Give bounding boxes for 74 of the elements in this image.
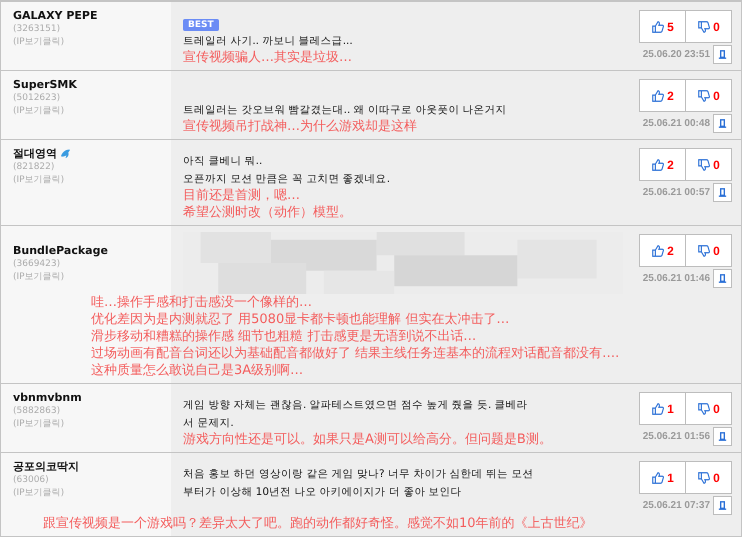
comment-text: 오픈까지 모션 만큼은 꼭 고치면 좋겠네요. [183, 172, 390, 187]
user-id: (5882863) [13, 405, 62, 418]
best-badge: BEST [183, 19, 219, 31]
user-id: (3263151) [13, 23, 62, 36]
username[interactable]: 절대영역 [13, 146, 57, 161]
ip-link[interactable]: (IP보기클릭) [13, 174, 159, 187]
like-button[interactable]: 1 [639, 461, 686, 494]
report-button[interactable] [713, 269, 732, 288]
comment-date: 25.06.21 07:37 [642, 500, 710, 511]
dislike-button[interactable]: 0 [685, 461, 732, 494]
ip-link[interactable]: (IP보기클릭) [13, 418, 159, 431]
user-id: (5012623) [13, 92, 62, 105]
like-button[interactable]: 5 [639, 10, 686, 43]
thumbs-down-icon [697, 158, 712, 172]
like-button[interactable]: 2 [639, 148, 686, 181]
translation-text: 游戏方向性还是可以。如果只是A测可以给高分。但问题是B测。 [183, 431, 553, 448]
user-id: (3669423) [13, 258, 62, 270]
comment-date: 25.06.21 00:48 [642, 118, 710, 129]
ip-link[interactable]: (IP보기클릭) [13, 270, 159, 284]
thumbs-down-icon [697, 244, 712, 258]
report-button[interactable] [713, 45, 732, 64]
dislike-button[interactable]: 0 [685, 10, 732, 43]
comment-date: 25.06.21 01:46 [642, 273, 710, 284]
thumbs-down-icon [697, 20, 712, 34]
username[interactable]: 공포의코딱지 [13, 459, 79, 474]
thumbs-up-icon [651, 88, 666, 102]
report-button[interactable] [713, 114, 732, 133]
like-button[interactable]: 2 [639, 79, 686, 112]
ip-link[interactable]: (IP보기클릭) [13, 487, 159, 500]
ip-link[interactable]: (IP보기클릭) [13, 105, 159, 118]
ip-link[interactable]: (IP보기클릭) [13, 36, 159, 49]
username[interactable]: vbnmvbnm [13, 390, 82, 405]
comment-text: 아직 클베니 뭐.. [183, 154, 262, 169]
translation-text: 宣传视频骗人…其实是垃圾… [183, 49, 353, 66]
like-button[interactable]: 1 [639, 392, 686, 425]
comment-text: 부터가 이상해 10년전 나오 아키에이지가 더 좋아 보인다 [183, 485, 462, 500]
comment-text: 처음 홍보 하던 영상이랑 같은 게임 맞나? 너무 차이가 심한데 뛰는 모션 [183, 467, 534, 482]
translation-text: 过场动画有配音台词还以为基础配音都做好了 结果主线任务连基本的流程对话配音都没有…. [91, 345, 620, 362]
comment-text: 서 문제지. [183, 416, 234, 431]
translation-text: 跟宣传视频是一个游戏吗？差异太大了吧。跑的动作都好奇怪。感觉不如10年前的《上古世纪》 [43, 515, 594, 532]
translation-text: 这种质量怎么敢说自己是3A级别啊… [91, 362, 304, 379]
username[interactable]: BundlePackage [13, 242, 108, 258]
comment-text: 게임 방향 자체는 괜찮음. 알파테스트였으면 점수 높게 줬을 듯. 클베라 [183, 398, 528, 413]
translation-text: 优化差因为是内测就忍了 用5080显卡都卡顿也能理解 但实在太冲击了… [91, 311, 510, 328]
dislike-button[interactable]: 0 [685, 392, 732, 425]
thumbs-up-icon [651, 402, 666, 416]
thumbs-down-icon [697, 470, 712, 484]
dislike-button[interactable]: 0 [685, 79, 732, 112]
comment-text: 트레일러는 갓오브워 빰갈겼는대.. 왜 이따구로 아웃풋이 나온거지 [183, 103, 507, 118]
thumbs-up-icon [651, 20, 666, 34]
thumbs-up-icon [651, 158, 666, 172]
report-button[interactable] [713, 496, 732, 515]
username[interactable]: SuperSMK [13, 77, 77, 92]
user-id: (821822) [13, 161, 56, 174]
translation-text: 宣传视频吊打战神…为什么游戏却是这样 [183, 118, 418, 135]
thumbs-down-icon [697, 402, 712, 416]
comment-date: 25.06.20 23:51 [642, 49, 710, 60]
translation-text: 希望公测时改（动作）模型。 [183, 204, 353, 221]
thumbs-up-icon [651, 470, 666, 484]
report-button[interactable] [713, 183, 732, 202]
user-id: (63006) [13, 474, 50, 487]
thumbs-up-icon [651, 244, 666, 258]
translation-text: 滑步移动和糟糕的操作感 细节也粗糙 打击感更是无语到说不出话… [91, 328, 478, 345]
translation-text: 目前还是首测，嗯… [183, 187, 301, 204]
translation-text: 哇…操作手感和打击感没一个像样的… [91, 294, 313, 311]
username[interactable]: GALAXY PEPE [13, 8, 98, 23]
comment-text: 트레일러 사기.. 까보니 블레스급... [183, 34, 353, 49]
like-button[interactable]: 2 [639, 234, 686, 267]
comment-date: 25.06.21 01:56 [642, 431, 710, 442]
dislike-button[interactable]: 0 [685, 234, 732, 267]
report-button[interactable] [713, 427, 732, 446]
comment-date: 25.06.21 00:57 [642, 187, 710, 198]
thumbs-down-icon [697, 88, 712, 102]
dislike-button[interactable]: 0 [685, 148, 732, 181]
